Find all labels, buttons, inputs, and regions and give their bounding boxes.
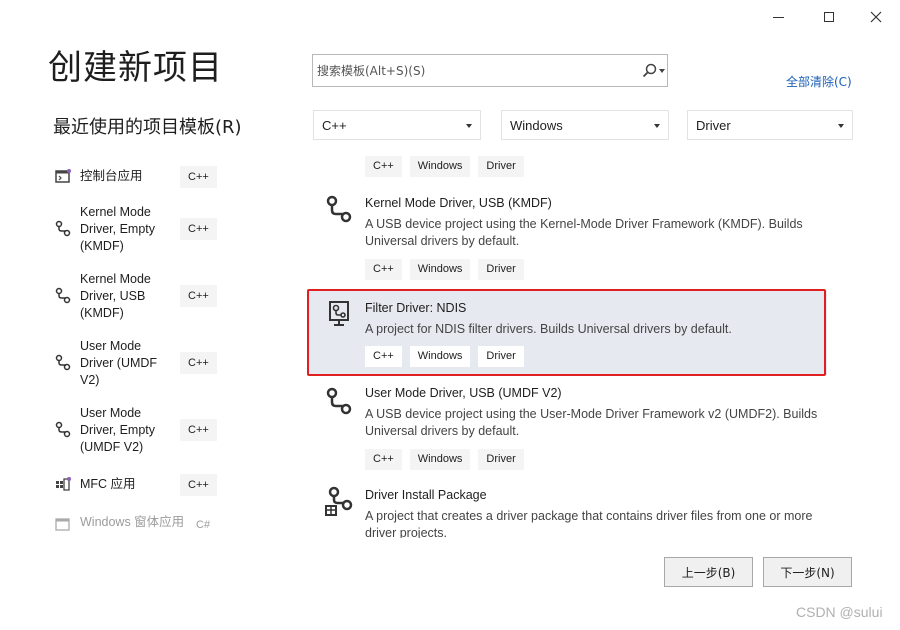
driver-icon xyxy=(55,220,71,237)
language-tag: C++ xyxy=(365,346,402,367)
template-description: A project that creates a driver package … xyxy=(365,509,813,538)
template-tags: C++ Windows Driver xyxy=(365,449,524,470)
recent-item-umdf-v2[interactable]: User Mode Driver (UMDF V2) C++ xyxy=(48,338,284,390)
platform-filter-dropdown[interactable]: Windows xyxy=(501,110,669,140)
template-item-kmdf-usb[interactable]: Kernel Mode Driver, USB (KMDF) A USB dev… xyxy=(307,188,827,286)
search-icon[interactable] xyxy=(641,62,659,80)
minimize-icon xyxy=(772,16,784,18)
close-button[interactable] xyxy=(862,6,890,28)
chevron-down-icon xyxy=(654,124,660,128)
language-tag: C++ xyxy=(180,419,217,441)
language-tag: C++ xyxy=(365,449,402,470)
language-tag: C++ xyxy=(365,259,402,280)
recent-item-label: Windows 窗体应用 xyxy=(80,515,185,529)
template-description: A USB device project using the User-Mode… xyxy=(365,407,818,438)
platform-tag: Windows xyxy=(409,156,471,177)
template-tags: C++ Windows Driver xyxy=(365,259,524,280)
template-item-umdf-usb[interactable]: User Mode Driver, USB (UMDF V2) A USB de… xyxy=(307,380,827,478)
driver-icon xyxy=(326,387,352,415)
recent-item-label: Kernel Mode Driver, USB (KMDF) xyxy=(80,272,151,320)
language-tag: C++ xyxy=(180,285,217,307)
language-filter-dropdown[interactable]: C++ xyxy=(313,110,481,140)
template-list: C++ Windows Driver Kernel Mode Driver, U… xyxy=(307,150,855,538)
driver-icon xyxy=(55,287,71,304)
network-filter-icon xyxy=(329,301,349,326)
platform-tag: Windows xyxy=(409,449,471,470)
recent-templates-list: 控制台应用 C++ Kernel Mode Driver, Empty (KMD… xyxy=(48,150,284,538)
driver-package-icon xyxy=(325,486,353,516)
project-type-filter-value: Driver xyxy=(696,117,731,133)
template-tags: C++ Windows Driver xyxy=(365,346,524,367)
recent-item-kmdf-empty[interactable]: Kernel Mode Driver, Empty (KMDF) C++ xyxy=(48,204,284,256)
template-description: A project for NDIS filter drivers. Build… xyxy=(365,322,732,336)
maximize-icon xyxy=(824,12,834,22)
driver-icon xyxy=(55,354,71,371)
search-input[interactable] xyxy=(317,61,617,81)
template-description: A USB device project using the Kernel-Mo… xyxy=(365,217,803,248)
recent-item-mfc-app[interactable]: MFC 应用 C++ xyxy=(48,474,284,496)
project-type-filter-dropdown[interactable]: Driver xyxy=(687,110,853,140)
project-type-tag: Driver xyxy=(478,346,524,367)
recent-item-windows-forms[interactable]: Windows 窗体应用 C# xyxy=(48,514,284,538)
project-type-tag: Driver xyxy=(478,449,524,470)
recent-item-label: Kernel Mode Driver, Empty (KMDF) xyxy=(80,205,156,253)
search-options-chevron-icon[interactable] xyxy=(659,69,665,73)
template-title: Driver Install Package xyxy=(365,488,487,502)
next-button[interactable]: 下一步(N) xyxy=(763,557,852,587)
back-button[interactable]: 上一步(B) xyxy=(664,557,753,587)
recent-item-label: User Mode Driver (UMDF V2) xyxy=(80,339,158,387)
search-box[interactable] xyxy=(312,54,668,87)
watermark: CSDN @sului xyxy=(796,604,883,620)
platform-tag: Windows xyxy=(409,346,471,367)
template-title: Filter Driver: NDIS xyxy=(365,301,467,315)
recent-item-umdf-empty[interactable]: User Mode Driver, Empty (UMDF V2) C++ xyxy=(48,405,284,457)
language-tag: C++ xyxy=(180,352,217,374)
project-type-tag: Driver xyxy=(478,156,524,177)
recent-item-label: MFC 应用 xyxy=(80,477,136,491)
driver-icon xyxy=(55,421,71,438)
language-tag: C# xyxy=(196,519,211,531)
language-tag: C++ xyxy=(180,218,217,240)
project-type-tag: Driver xyxy=(478,259,524,280)
recent-item-label: 控制台应用 xyxy=(80,169,143,183)
clear-all-link[interactable]: 全部清除(C) xyxy=(786,73,852,90)
language-tag: C++ xyxy=(180,166,217,188)
mfc-app-icon xyxy=(56,477,71,491)
chevron-down-icon xyxy=(838,124,844,128)
language-filter-value: C++ xyxy=(322,117,347,133)
recent-templates-heading: 最近使用的项目模板(R) xyxy=(53,117,242,138)
driver-icon xyxy=(326,195,352,223)
page-title: 创建新项目 xyxy=(48,48,223,88)
close-icon xyxy=(870,11,882,23)
minimize-button[interactable] xyxy=(764,6,792,28)
template-tags: C++ Windows Driver xyxy=(365,156,524,177)
recent-item-console-app[interactable]: 控制台应用 C++ xyxy=(48,166,284,188)
chevron-down-icon xyxy=(466,124,472,128)
template-title: User Mode Driver, USB (UMDF V2) xyxy=(365,386,562,400)
language-tag: C++ xyxy=(365,156,402,177)
recent-item-kmdf-usb[interactable]: Kernel Mode Driver, USB (KMDF) C++ xyxy=(48,271,284,323)
windows-forms-icon xyxy=(55,518,70,531)
console-app-icon xyxy=(55,169,71,183)
template-title: Kernel Mode Driver, USB (KMDF) xyxy=(365,196,552,210)
maximize-button[interactable] xyxy=(815,6,843,28)
template-item-partial[interactable]: C++ Windows Driver xyxy=(307,150,827,184)
language-tag: C++ xyxy=(180,474,217,496)
platform-tag: Windows xyxy=(409,259,471,280)
platform-filter-value: Windows xyxy=(510,117,563,133)
template-item-filter-driver-ndis[interactable]: Filter Driver: NDIS A project for NDIS f… xyxy=(307,291,827,375)
template-item-driver-install-package[interactable]: Driver Install Package A project that cr… xyxy=(307,484,827,538)
recent-item-label: User Mode Driver, Empty (UMDF V2) xyxy=(80,406,156,454)
